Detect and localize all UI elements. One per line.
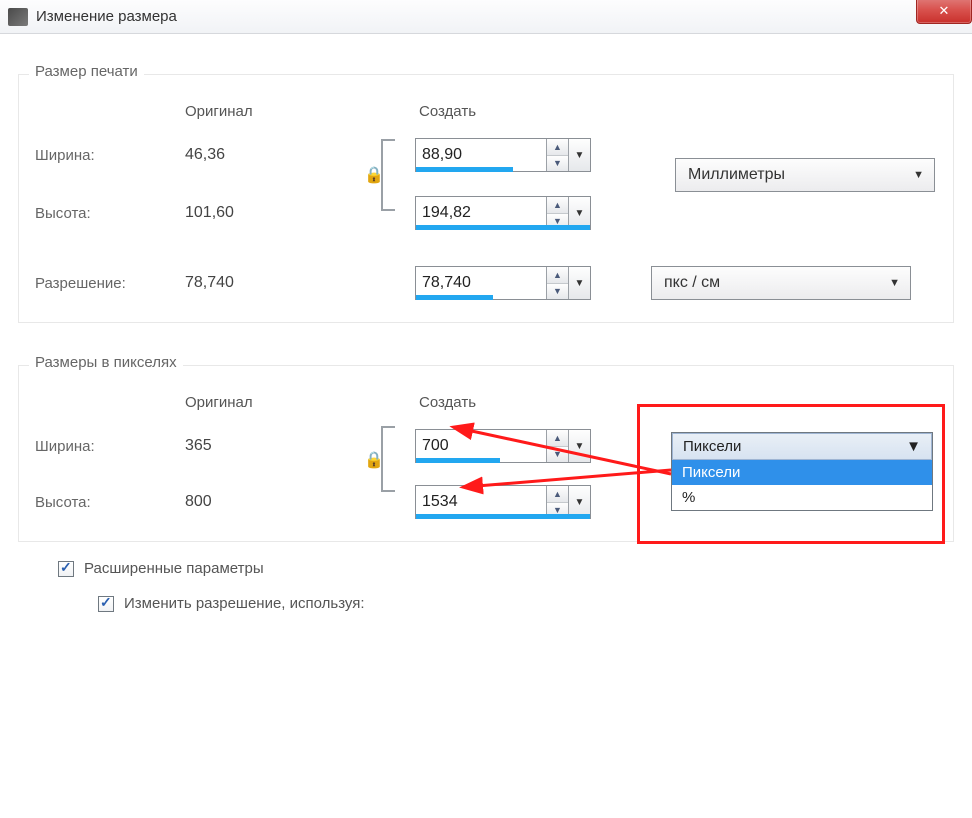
spin-up-icon[interactable]: ▲ bbox=[547, 197, 568, 214]
print-width-original: 46,36 bbox=[185, 146, 385, 164]
progress-indicator bbox=[416, 225, 590, 230]
pixel-width-original: 365 bbox=[185, 437, 385, 455]
change-resolution-label: Изменить разрешение, используя: bbox=[124, 595, 365, 612]
progress-indicator bbox=[416, 167, 513, 172]
dropdown-handle-icon[interactable]: ▼ bbox=[568, 267, 590, 299]
new-column-header: Создать bbox=[385, 103, 605, 120]
pixel-units-selected: Пиксели bbox=[683, 438, 741, 455]
title-bar: Изменение размера ✕ bbox=[0, 0, 972, 34]
pixel-size-legend: Размеры в пикселях bbox=[29, 354, 183, 371]
app-icon bbox=[8, 8, 28, 26]
pixel-height-original: 800 bbox=[185, 493, 385, 511]
window-title: Изменение размера bbox=[36, 8, 177, 25]
print-units-value: Миллиметры bbox=[688, 166, 785, 184]
print-size-group: Размер печати Оригинал Создать 🔒 Ширина:… bbox=[18, 74, 954, 323]
print-size-legend: Размер печати bbox=[29, 63, 144, 80]
close-icon: ✕ bbox=[939, 3, 950, 19]
print-height-original: 101,60 bbox=[185, 204, 385, 222]
spin-up-icon[interactable]: ▲ bbox=[547, 139, 568, 156]
spin-up-icon[interactable]: ▲ bbox=[547, 430, 568, 447]
pixel-size-group: Размеры в пикселях Оригинал Создать 🔒 Ши… bbox=[18, 365, 954, 542]
print-height-spinner[interactable]: ▲▼ ▼ bbox=[415, 196, 591, 230]
resolution-units-combo[interactable]: пкс / см ▼ bbox=[651, 266, 911, 300]
chevron-down-icon: ▼ bbox=[913, 169, 924, 181]
spin-down-icon[interactable]: ▼ bbox=[547, 447, 568, 463]
spin-down-icon[interactable]: ▼ bbox=[547, 284, 568, 300]
chevron-down-icon: ▼ bbox=[889, 277, 900, 289]
pixel-height-spinner[interactable]: ▲▼ ▼ bbox=[415, 485, 591, 519]
advanced-params-label: Расширенные параметры bbox=[84, 560, 264, 577]
dropdown-handle-icon[interactable]: ▼ bbox=[568, 139, 590, 171]
print-width-label: Ширина: bbox=[35, 147, 185, 164]
progress-indicator bbox=[416, 514, 590, 519]
close-button[interactable]: ✕ bbox=[916, 0, 972, 24]
change-resolution-checkbox[interactable]: Изменить разрешение, используя: bbox=[18, 595, 954, 612]
pixel-units-option-percent[interactable]: % bbox=[672, 485, 932, 510]
resolution-original: 78,740 bbox=[185, 274, 385, 292]
pixel-height-label: Высота: bbox=[35, 494, 185, 511]
checkbox-icon bbox=[98, 596, 114, 612]
chevron-down-icon: ▼ bbox=[906, 438, 921, 455]
pixel-width-spinner[interactable]: ▲▼ ▼ bbox=[415, 429, 591, 463]
progress-indicator bbox=[416, 458, 500, 463]
spin-down-icon[interactable]: ▼ bbox=[547, 156, 568, 172]
pixel-width-label: Ширина: bbox=[35, 438, 185, 455]
progress-indicator bbox=[416, 295, 493, 300]
spin-up-icon[interactable]: ▲ bbox=[547, 486, 568, 503]
dropdown-handle-icon[interactable]: ▼ bbox=[568, 430, 590, 462]
print-height-label: Высота: bbox=[35, 205, 185, 222]
checkbox-icon bbox=[58, 561, 74, 577]
original-column-header: Оригинал bbox=[185, 394, 385, 411]
print-units-combo[interactable]: Миллиметры ▼ bbox=[675, 158, 935, 192]
pixel-units-option-pixels[interactable]: Пиксели bbox=[672, 460, 932, 485]
resolution-units-value: пкс / см bbox=[664, 274, 720, 292]
resolution-spinner[interactable]: ▲▼ ▼ bbox=[415, 266, 591, 300]
print-width-spinner[interactable]: ▲▼ ▼ bbox=[415, 138, 591, 172]
pixel-units-combo[interactable]: Пиксели ▼ Пиксели % bbox=[671, 432, 933, 511]
new-column-header: Создать bbox=[385, 394, 605, 411]
resolution-label: Разрешение: bbox=[35, 275, 185, 292]
advanced-params-checkbox[interactable]: Расширенные параметры bbox=[18, 560, 954, 577]
original-column-header: Оригинал bbox=[185, 103, 385, 120]
spin-up-icon[interactable]: ▲ bbox=[547, 267, 568, 284]
